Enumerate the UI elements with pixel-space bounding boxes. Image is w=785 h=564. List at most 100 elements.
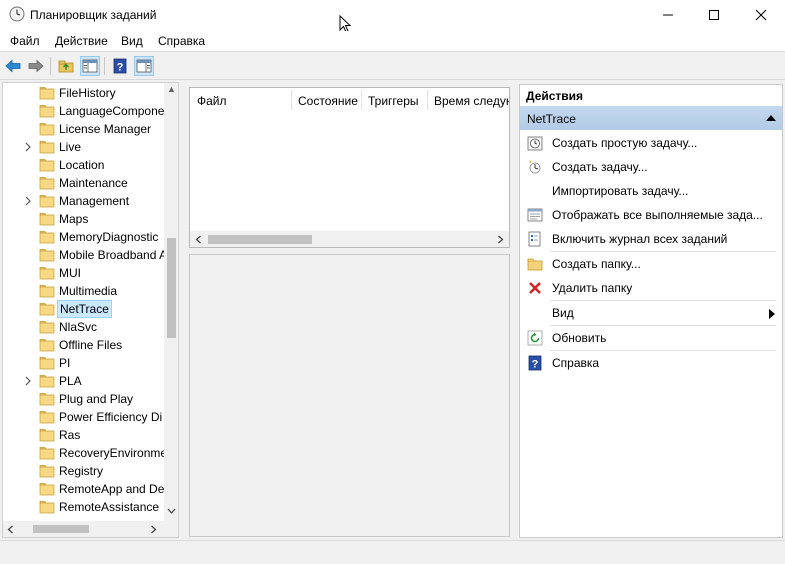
tree-item-label: PLA — [59, 374, 82, 388]
folder-icon — [39, 105, 55, 118]
scroll-up-icon[interactable]: ▲ — [167, 84, 176, 94]
tree-item[interactable]: Maintenance — [3, 174, 164, 192]
action-create-basic-task[interactable]: Создать простую задачу... — [520, 132, 782, 154]
column-header-triggers[interactable]: Триггеры — [361, 88, 427, 112]
forward-button[interactable] — [26, 56, 46, 76]
tree-item[interactable]: RemoteApp and De — [3, 480, 164, 498]
minimize-button[interactable] — [645, 0, 691, 30]
menu-help[interactable]: Справка — [158, 34, 205, 48]
actions-title: Действия — [526, 89, 584, 103]
actions-separator — [550, 251, 776, 252]
column-header-status[interactable]: Состояние — [291, 88, 361, 112]
expand-chevron-icon[interactable] — [23, 195, 33, 207]
maximize-button[interactable] — [691, 0, 737, 30]
tree-item[interactable]: RecoveryEnvironme — [3, 444, 167, 462]
tree-item[interactable]: Management — [3, 192, 164, 210]
tree-item-label: Multimedia — [59, 284, 118, 298]
folder-icon — [39, 483, 55, 496]
task-list-pane[interactable]: Файл Состояние Триггеры Время следую — [189, 87, 510, 248]
tree-item-label: Power Efficiency Di — [59, 410, 163, 424]
tree-item[interactable]: PLA — [3, 372, 164, 390]
folder-icon — [39, 411, 55, 424]
tree-vertical-scroll-thumb[interactable] — [167, 238, 176, 338]
up-folder-button[interactable] — [56, 56, 76, 76]
show-hide-action-pane-button[interactable] — [134, 56, 154, 76]
action-import-task[interactable]: Импортировать задачу... — [520, 180, 782, 202]
tree-item[interactable]: LanguageCompone — [3, 102, 164, 120]
tree-item-label: Offline Files — [59, 338, 123, 352]
tree-item[interactable]: Live — [3, 138, 164, 156]
tree-item-label: Live — [59, 140, 82, 154]
tree-vertical-scrollbar[interactable]: ▲ — [164, 83, 178, 521]
menu-view[interactable]: Вид — [121, 34, 143, 48]
close-button[interactable] — [738, 0, 784, 30]
scroll-down-icon[interactable] — [167, 508, 176, 515]
tree-item[interactable]: Offline Files — [3, 336, 164, 354]
tree-horizontal-scrollbar[interactable] — [3, 521, 178, 537]
collapse-caret-icon[interactable] — [766, 115, 776, 121]
tree-item[interactable]: Registry — [3, 462, 164, 480]
column-header-file[interactable]: Файл — [190, 88, 291, 112]
submenu-arrow-icon — [769, 309, 775, 319]
task-scheduler-window: Планировщик заданий Файл Действие Вид Сп… — [0, 0, 785, 564]
tree-item[interactable]: Multimedia — [3, 282, 164, 300]
action-help[interactable]: ? Справка — [520, 352, 782, 374]
folder-icon — [39, 429, 55, 442]
back-button[interactable] — [3, 56, 23, 76]
action-enable-history[interactable]: Включить журнал всех заданий — [520, 228, 782, 250]
tree-item[interactable]: Ras — [3, 426, 164, 444]
action-delete-folder[interactable]: Удалить папку — [520, 277, 782, 299]
action-refresh[interactable]: Обновить — [520, 327, 782, 349]
tree-item[interactable]: Location — [3, 156, 164, 174]
maximize-icon — [709, 10, 719, 20]
tree-item[interactable]: NlaSvc — [3, 318, 164, 336]
tree-item[interactable]: MemoryDiagnostic — [3, 228, 164, 246]
status-bar — [0, 540, 785, 564]
tree-item[interactable]: Power Efficiency Di — [3, 408, 164, 426]
tree-item[interactable]: License Manager — [3, 120, 164, 138]
tree-item-label: NlaSvc — [59, 320, 98, 334]
scroll-right-icon[interactable] — [497, 235, 504, 244]
show-hide-tree-button[interactable] — [80, 56, 100, 76]
tree-item-label: RemoteAssistance — [59, 500, 160, 514]
folder-icon — [39, 393, 55, 406]
actions-pane: Действия NetTrace Создать простую задачу… — [519, 84, 783, 538]
console-tree-icon — [82, 59, 98, 73]
tree-item[interactable]: RemoteAssistance — [3, 498, 164, 516]
menu-file[interactable]: Файл — [10, 34, 40, 48]
tree-item[interactable]: FileHistory — [3, 84, 164, 102]
action-display-running-tasks[interactable]: Отображать все выполняемые зада... — [520, 204, 782, 226]
action-new-folder[interactable]: Создать папку... — [520, 253, 782, 275]
column-header-next-run[interactable]: Время следую — [427, 88, 509, 112]
expand-chevron-icon[interactable] — [23, 141, 33, 153]
scroll-left-icon[interactable] — [7, 525, 14, 534]
task-list-horizontal-scrollbar[interactable] — [190, 231, 509, 247]
toolbar-separator — [104, 57, 105, 75]
folder-icon — [39, 339, 55, 352]
expand-chevron-icon[interactable] — [23, 375, 33, 387]
menu-action[interactable]: Действие — [55, 34, 108, 48]
tree-item[interactable]: Plug and Play — [3, 390, 164, 408]
clock-app-icon — [9, 6, 25, 22]
tree-item[interactable]: PI — [3, 354, 164, 372]
actions-group-label: NetTrace — [527, 112, 576, 126]
scroll-left-icon[interactable] — [195, 235, 202, 244]
folder-icon — [39, 249, 55, 262]
scroll-right-icon[interactable] — [150, 525, 157, 534]
tree-item[interactable]: MUI — [3, 264, 164, 282]
task-details-pane — [189, 254, 510, 537]
action-label: Создать простую задачу... — [552, 136, 698, 150]
create-basic-task-icon — [527, 136, 543, 151]
action-create-task[interactable]: Создать задачу... — [520, 156, 782, 178]
minimize-icon — [663, 14, 673, 16]
tree-item[interactable]: NetTrace — [3, 300, 164, 318]
tree-horizontal-scroll-thumb[interactable] — [33, 525, 89, 533]
actions-group-header[interactable]: NetTrace — [520, 106, 782, 130]
tree-item[interactable]: Maps — [3, 210, 164, 228]
help-button[interactable]: ? — [110, 56, 130, 76]
console-tree[interactable]: FileHistory LanguageCompone License Manage… — [2, 82, 179, 538]
tree-item[interactable]: Mobile Broadband A — [3, 246, 167, 264]
help-icon: ? — [528, 355, 542, 371]
action-view[interactable]: Вид — [520, 302, 782, 324]
task-list-scroll-thumb[interactable] — [208, 235, 312, 244]
